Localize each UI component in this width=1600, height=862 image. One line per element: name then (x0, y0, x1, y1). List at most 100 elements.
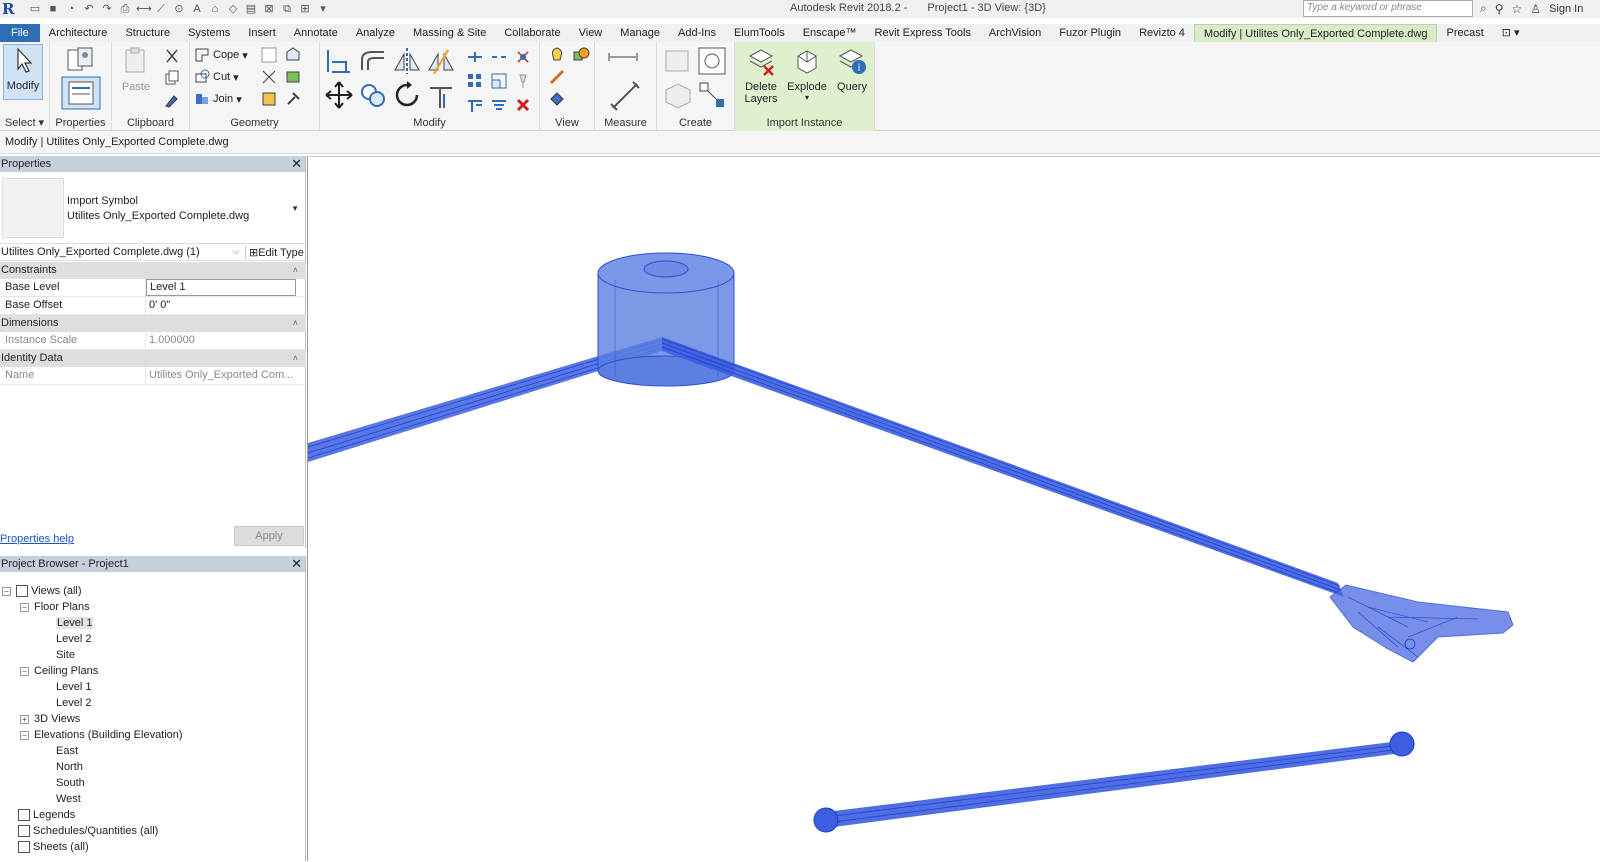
tab-analyze[interactable]: Analyze (347, 24, 404, 42)
tab-collaborate[interactable]: Collaborate (495, 24, 569, 42)
copy-icon[interactable] (164, 70, 180, 86)
tab-add-ins[interactable]: Add-Ins (669, 24, 725, 42)
create-similar-icon[interactable] (697, 80, 727, 110)
tree-node-ceiling-plans[interactable]: − Ceiling Plans (20, 663, 98, 679)
query-button[interactable]: i Query (831, 46, 873, 93)
create-parts-icon[interactable] (697, 46, 727, 76)
create-assembly-icon[interactable] (663, 46, 693, 76)
trim-multiple-icon[interactable] (490, 96, 508, 114)
split-face-icon[interactable] (284, 46, 302, 64)
unpin-icon[interactable] (514, 48, 532, 66)
tree-node-ceiling-plan-level-1[interactable]: Level 1 (56, 679, 91, 695)
tree-node-legends[interactable]: Legends (18, 807, 75, 823)
create-group-icon[interactable] (663, 80, 693, 110)
3d-view-icon[interactable]: ⌂ (208, 3, 222, 15)
dimension-icon[interactable]: ⟋ (154, 3, 168, 15)
tree-node-elevation-south[interactable]: South (56, 775, 85, 791)
join-button[interactable]: Join ▾ (194, 89, 242, 109)
tree-node-views-all[interactable]: − Views (all) (2, 583, 82, 599)
offset-icon[interactable] (358, 46, 388, 76)
save-icon[interactable]: ■ (46, 3, 60, 15)
section-icon[interactable]: ◇ (226, 3, 240, 15)
hide-in-view-icon[interactable] (548, 46, 566, 64)
paste-button[interactable]: Paste (120, 46, 152, 93)
cut-scissors-icon[interactable] (164, 48, 180, 64)
tab-architecture[interactable]: Architecture (40, 24, 117, 42)
properties-help-link[interactable]: Properties help (0, 533, 74, 545)
tree-node-floor-plan-level-2[interactable]: Level 2 (56, 631, 91, 647)
hammer-icon[interactable] (284, 90, 302, 108)
undo-icon[interactable]: ↶ (82, 3, 96, 15)
thin-lines-icon[interactable]: ▤ (244, 3, 258, 15)
pipe-segment-right[interactable] (661, 337, 1344, 597)
panel-label-select[interactable]: Select ▾ (0, 116, 49, 129)
tab-fuzor-plugin[interactable]: Fuzor Plugin (1050, 24, 1130, 42)
tree-node-ceiling-plan-level-2[interactable]: Level 2 (56, 695, 91, 711)
tile-icon[interactable]: ⊞ (298, 3, 312, 15)
edit-type-button[interactable]: ⊞Edit Type (245, 245, 304, 259)
delete-icon[interactable] (514, 96, 532, 114)
scale-icon[interactable] (490, 72, 508, 90)
match-properties-icon[interactable] (164, 92, 180, 108)
linework-icon[interactable] (548, 68, 566, 86)
split-element-icon[interactable] (466, 48, 484, 66)
tab-modify-import[interactable]: Modify | Utilites Only_Exported Complete… (1193, 24, 1438, 42)
tab-insert[interactable]: Insert (239, 24, 285, 42)
tree-node-elevation-north[interactable]: North (56, 759, 83, 775)
close-hidden-icon[interactable]: ⊠ (262, 3, 276, 15)
demolish-icon[interactable] (260, 68, 278, 86)
wall-joins-icon[interactable] (260, 46, 278, 64)
tree-node-floor-plan-site[interactable]: Site (56, 647, 75, 663)
apply-button[interactable]: Apply (234, 526, 304, 546)
group-constraints[interactable]: Constraints ˄ (0, 262, 306, 279)
explode-button[interactable]: Explode ▾ (785, 46, 829, 102)
tab-manage[interactable]: Manage (611, 24, 669, 42)
selection-box-icon[interactable] (548, 90, 566, 108)
print-icon[interactable]: ⎙ (118, 3, 132, 15)
sync-icon[interactable]: ◔ (64, 3, 78, 15)
text-icon[interactable]: A (190, 3, 204, 15)
ribbon-minimize-icon[interactable]: ⊡ ▾ (1493, 24, 1529, 42)
sign-in-link[interactable]: Sign In (1549, 3, 1583, 15)
delete-layers-button[interactable]: Delete Layers (739, 46, 783, 105)
override-graphics-icon[interactable] (572, 46, 590, 64)
base-offset-field[interactable]: 0' 0" (146, 297, 306, 314)
measure-icon[interactable]: ⟷ (136, 3, 152, 15)
tab-elumtools[interactable]: ElumTools (725, 24, 794, 42)
tab-precast[interactable]: Precast (1437, 24, 1492, 42)
collapse-icon[interactable]: − (2, 586, 11, 596)
cope-button[interactable]: Cope ▾ (194, 45, 248, 65)
tab-systems[interactable]: Systems (179, 24, 239, 42)
tab-archvision[interactable]: ArchVision (980, 24, 1050, 42)
split-gap-icon[interactable] (490, 48, 508, 66)
copy-element-icon[interactable] (358, 80, 388, 110)
tree-node-elevations[interactable]: − Elevations (Building Elevation) (20, 727, 183, 743)
trim-extend-icon[interactable] (426, 80, 456, 110)
redo-icon[interactable]: ↷ (100, 3, 114, 15)
group-identity-data[interactable]: Identity Data ˄ (0, 350, 306, 367)
mirror-axis-icon[interactable] (392, 46, 422, 76)
tree-node-schedules[interactable]: Schedules/Quantities (all) (18, 823, 158, 839)
tab-enscape[interactable]: Enscape™ (794, 24, 866, 42)
pipe-segment-lower[interactable] (813, 731, 1415, 833)
binoculars-icon[interactable]: ⌕ (1480, 1, 1487, 16)
tab-revit-express-tools[interactable]: Revit Express Tools (866, 24, 980, 42)
tag-icon[interactable]: ⊙ (172, 3, 186, 15)
pin-icon[interactable] (514, 72, 532, 90)
revit-logo-icon[interactable]: R (2, 1, 18, 17)
close-icon[interactable]: ✕ (291, 157, 302, 171)
tab-structure[interactable]: Structure (116, 24, 179, 42)
collapse-icon[interactable]: − (20, 666, 29, 676)
tree-node-sheets[interactable]: Sheets (all) (18, 839, 89, 855)
tree-node-floor-plans[interactable]: − Floor Plans (20, 599, 90, 615)
paint-icon[interactable] (284, 68, 302, 86)
customize-qat-icon[interactable]: ▾ (316, 3, 330, 15)
instance-selector[interactable]: Utilites Only_Exported Complete.dwg (1) … (0, 246, 245, 258)
tab-file[interactable]: File (0, 24, 40, 42)
trim-single-icon[interactable] (466, 96, 484, 114)
favorites-icon[interactable]: ☆ (1512, 2, 1523, 16)
measure-between-icon[interactable] (607, 50, 643, 64)
search-input[interactable]: Type a keyword or phrase (1303, 0, 1473, 17)
cut-geometry-button[interactable]: Cut ▾ (194, 67, 239, 87)
type-properties-icon[interactable] (66, 46, 96, 74)
